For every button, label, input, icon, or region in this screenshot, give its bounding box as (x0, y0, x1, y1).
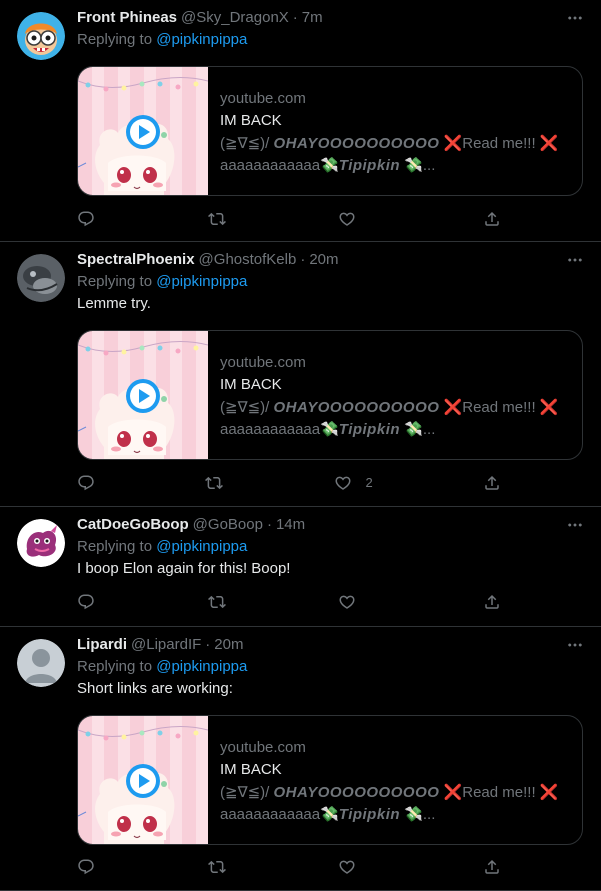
tweet[interactable]: Lipardi @LipardIF · 20m Replying to @pip… (0, 627, 601, 891)
heart-icon (338, 210, 356, 228)
retweet-button[interactable] (208, 857, 226, 877)
card-domain: youtube.com (220, 354, 306, 371)
retweet-icon (208, 858, 226, 876)
like-count: 2 (365, 475, 373, 490)
avatar[interactable] (17, 254, 65, 302)
reply-button[interactable] (77, 209, 95, 229)
avatar[interactable] (17, 639, 65, 687)
retweet-icon (208, 210, 226, 228)
card-domain: youtube.com (220, 90, 306, 107)
share-button[interactable] (483, 857, 501, 877)
replying-to: Replying to @pipkinpippa (77, 30, 585, 50)
mention-link[interactable]: @pipkinpippa (156, 31, 247, 48)
card-title: IM BACK (220, 112, 282, 129)
user-handle[interactable]: @LipardIF (131, 635, 201, 655)
share-icon (483, 474, 501, 492)
avatar[interactable] (17, 519, 65, 567)
share-icon (483, 593, 501, 611)
avatar[interactable] (17, 12, 65, 60)
tweet-text: Short links are working: (77, 680, 233, 697)
timestamp[interactable]: 20m (214, 635, 243, 655)
more-icon[interactable] (565, 635, 585, 655)
more-icon[interactable] (565, 250, 585, 270)
share-icon (483, 858, 501, 876)
like-button[interactable] (338, 209, 370, 229)
reply-icon (77, 593, 95, 611)
display-name[interactable]: Lipardi (77, 635, 127, 655)
retweet-button[interactable] (205, 473, 223, 493)
like-button[interactable] (338, 592, 370, 612)
replying-prefix: Replying to (77, 538, 157, 555)
play-icon (126, 115, 160, 149)
mention-link[interactable]: @pipkinpippa (156, 273, 247, 290)
play-icon (126, 379, 160, 413)
link-card[interactable]: youtube.com IM BACK (≧∇≦)/ OHAYOOOOOOOOO… (77, 330, 583, 460)
share-button[interactable] (483, 592, 501, 612)
separator: · (300, 251, 306, 268)
tweet-text: Lemme try. (77, 295, 151, 312)
more-icon[interactable] (565, 8, 585, 28)
link-card[interactable]: youtube.com IM BACK (≧∇≦)/ OHAYOOOOOOOOO… (77, 66, 583, 196)
heart-icon (334, 474, 352, 492)
like-button[interactable] (338, 857, 370, 877)
replying-to: Replying to @pipkinpippa (77, 272, 585, 292)
replying-prefix: Replying to (77, 31, 157, 48)
replying-to: Replying to @pipkinpippa (77, 657, 585, 677)
retweet-button[interactable] (208, 209, 226, 229)
separator: · (292, 9, 298, 26)
tweet[interactable]: Front Phineas @Sky_DragonX · 7m Replying… (0, 0, 601, 242)
timestamp[interactable]: 7m (302, 8, 323, 28)
reply-icon (77, 858, 95, 876)
replying-to: Replying to @pipkinpippa (77, 537, 585, 557)
share-icon (483, 210, 501, 228)
reply-button[interactable] (77, 473, 95, 493)
like-button[interactable]: 2 (334, 473, 373, 493)
tweet[interactable]: CatDoeGoBoop @GoBoop · 14m Replying to @… (0, 507, 601, 627)
retweet-button[interactable] (208, 592, 226, 612)
timestamp[interactable]: 14m (276, 515, 305, 535)
heart-icon (338, 593, 356, 611)
card-description: (≧∇≦)/ OHAYOOOOOOOOOO ❌Read me!!! ❌ aaaa… (220, 399, 559, 438)
mention-link[interactable]: @pipkinpippa (156, 658, 247, 675)
user-handle[interactable]: @GoBoop (193, 515, 263, 535)
retweet-icon (208, 593, 226, 611)
tweet[interactable]: SpectralPhoenix @GhostofKelb · 20m Reply… (0, 242, 601, 507)
reply-icon (77, 210, 95, 228)
reply-icon (77, 474, 95, 492)
user-handle[interactable]: @GhostofKelb (199, 250, 297, 270)
reply-button[interactable] (77, 592, 95, 612)
display-name[interactable]: SpectralPhoenix (77, 250, 195, 270)
card-domain: youtube.com (220, 739, 306, 756)
retweet-icon (205, 474, 223, 492)
card-description: (≧∇≦)/ OHAYOOOOOOOOOO ❌Read me!!! ❌ aaaa… (220, 135, 559, 174)
display-name[interactable]: CatDoeGoBoop (77, 515, 189, 535)
display-name[interactable]: Front Phineas (77, 8, 177, 28)
card-title: IM BACK (220, 761, 282, 778)
reply-button[interactable] (77, 857, 95, 877)
share-button[interactable] (483, 209, 501, 229)
card-description: (≧∇≦)/ OHAYOOOOOOOOOO ❌Read me!!! ❌ aaaa… (220, 784, 559, 823)
tweet-text: I boop Elon again for this! Boop! (77, 560, 291, 577)
share-button[interactable] (483, 473, 501, 493)
more-icon[interactable] (565, 515, 585, 535)
link-card[interactable]: youtube.com IM BACK (≧∇≦)/ OHAYOOOOOOOOO… (77, 715, 583, 845)
card-title: IM BACK (220, 376, 282, 393)
timestamp[interactable]: 20m (309, 250, 338, 270)
separator: · (205, 636, 211, 653)
replying-prefix: Replying to (77, 658, 157, 675)
replying-prefix: Replying to (77, 273, 157, 290)
separator: · (266, 516, 272, 533)
mention-link[interactable]: @pipkinpippa (156, 538, 247, 555)
user-handle[interactable]: @Sky_DragonX (181, 8, 289, 28)
heart-icon (338, 858, 356, 876)
play-icon (126, 764, 160, 798)
